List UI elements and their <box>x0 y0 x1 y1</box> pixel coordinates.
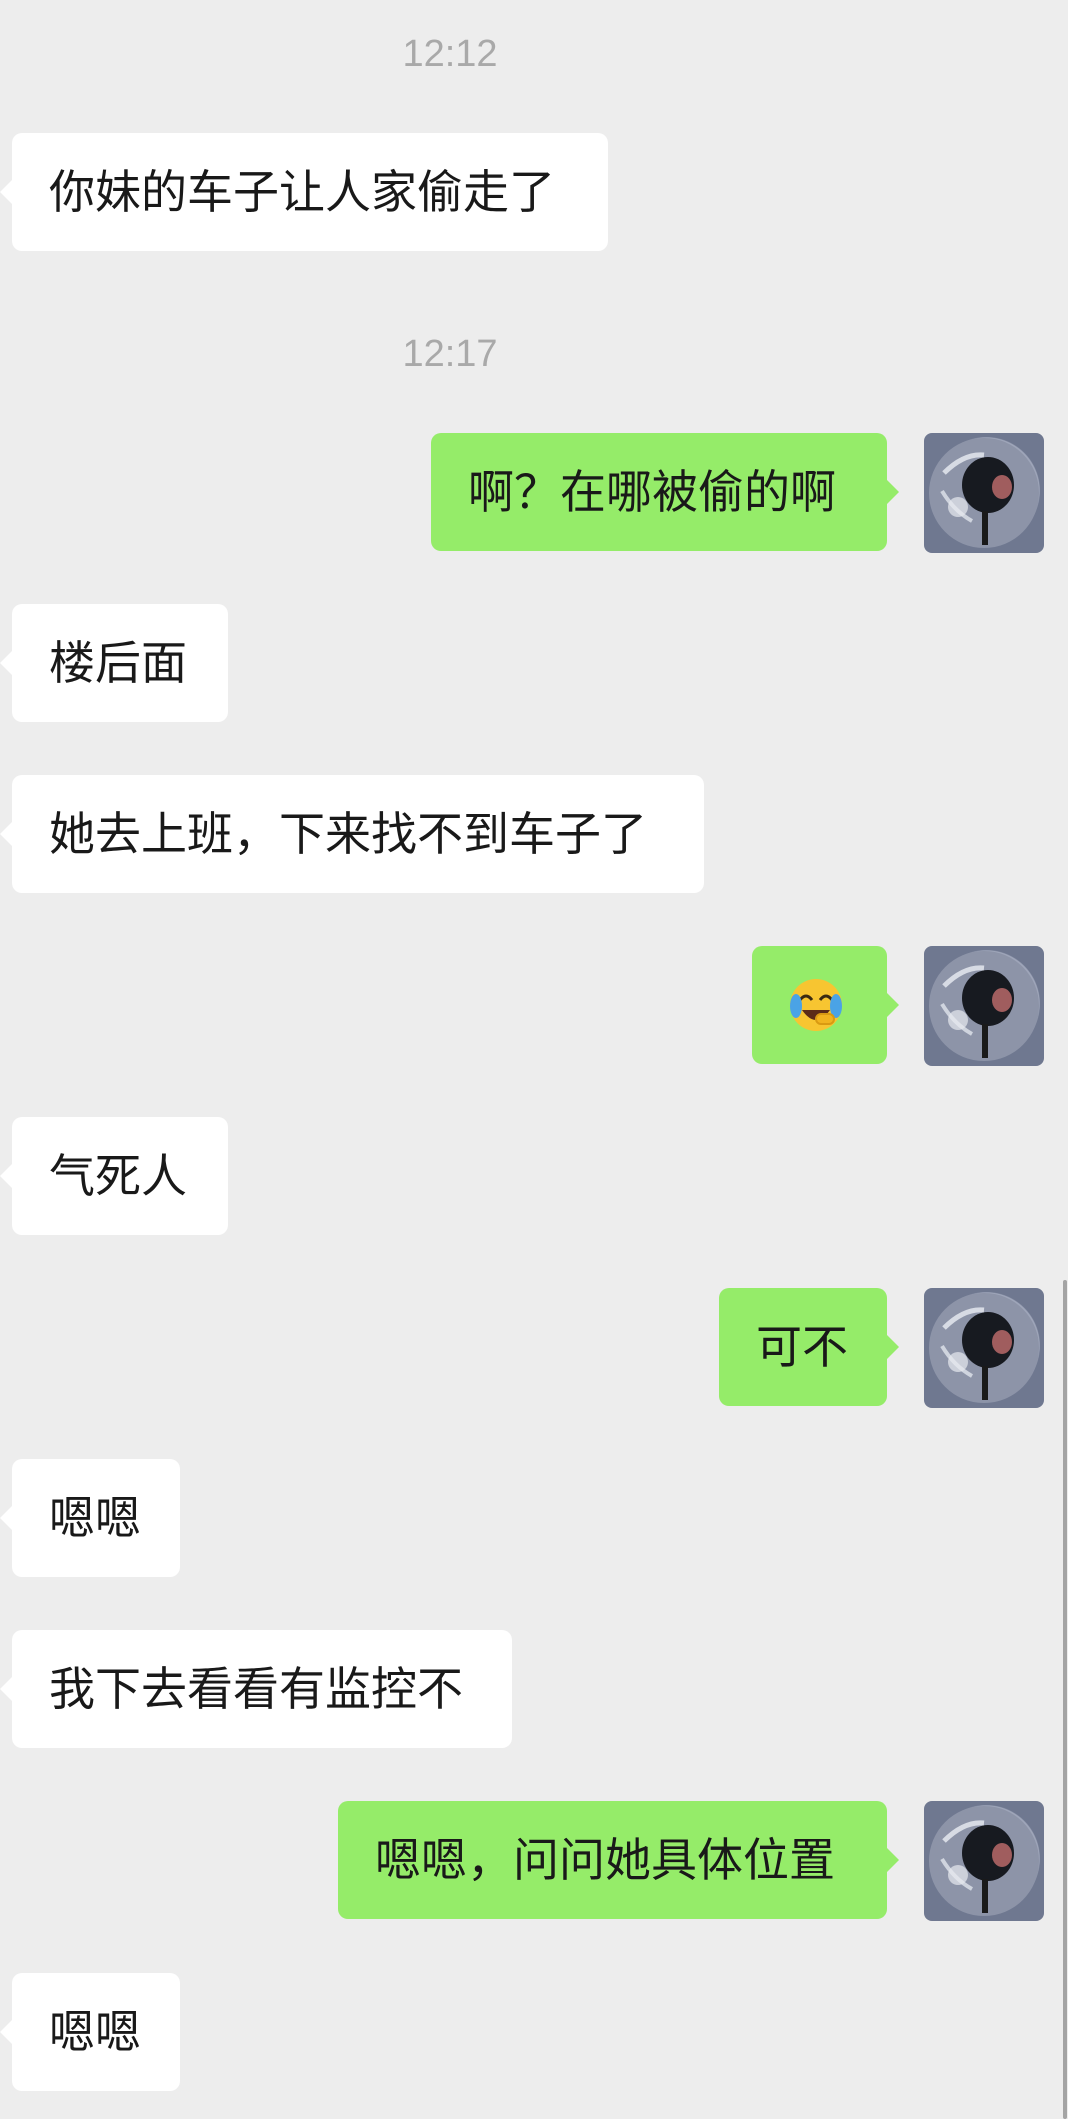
incoming-message-bubble[interactable]: 你妹的车子让人家偷走了 <box>0 133 608 251</box>
outgoing-message-bubble[interactable]: 可不 <box>719 1288 899 1406</box>
avatar-image-icon <box>929 1293 1039 1403</box>
incoming-message-bubble[interactable]: 楼后面 <box>0 604 228 722</box>
chat-timestamp: 12:17 <box>402 333 498 375</box>
avatar-image-icon <box>929 1806 1039 1916</box>
incoming-message-bubble[interactable]: 嗯嗯 <box>0 1459 180 1577</box>
outgoing-message-bubble[interactable] <box>752 946 899 1064</box>
self-avatar[interactable] <box>924 1801 1044 1921</box>
avatar-image-icon <box>929 438 1039 548</box>
outgoing-message-bubble[interactable]: 啊？在哪被偷的啊 <box>431 433 899 551</box>
outgoing-message-bubble[interactable]: 嗯嗯，问问她具体位置 <box>338 1801 899 1919</box>
chat-timestamp: 12:12 <box>402 33 498 75</box>
self-avatar[interactable] <box>924 433 1044 553</box>
self-avatar[interactable] <box>924 946 1044 1066</box>
incoming-message-bubble[interactable]: 她去上班，下来找不到车子了 <box>0 775 704 893</box>
incoming-message-bubble[interactable]: 我下去看看有监控不 <box>0 1630 512 1748</box>
self-avatar[interactable] <box>924 1288 1044 1408</box>
incoming-message-bubble[interactable]: 嗯嗯 <box>0 1973 180 2091</box>
incoming-message-bubble[interactable]: 气死人 <box>0 1117 228 1235</box>
scrollbar[interactable] <box>1063 1280 1067 2119</box>
face-with-tears-of-joy-icon <box>788 946 844 1064</box>
avatar-image-icon <box>929 951 1039 1061</box>
